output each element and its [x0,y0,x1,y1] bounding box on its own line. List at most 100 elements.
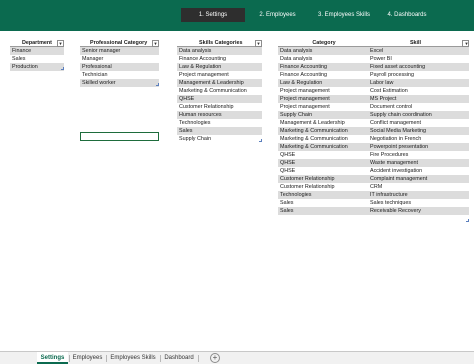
skill-row-skill: IT infrastructure [370,192,408,198]
nav-settings-button[interactable]: 1. Settings [181,8,245,22]
nav-employees-button[interactable]: 2. Employees [250,8,305,22]
skill-row[interactable]: Law & Regulation Labor law [278,79,469,87]
skill-row-category: Marketing & Communication [280,128,348,134]
skill-row-category: Data analysis [280,56,313,62]
skills-category-row[interactable]: Sales [177,127,262,135]
table-resize-handle[interactable] [259,139,262,142]
skill-row-skill: Payroll processing [370,72,415,78]
professional-category-header-label: Professional Category [90,40,148,46]
skill-row-skill: Power BI [370,56,392,62]
nav-dashboards-button[interactable]: 4. Dashboards [382,8,432,22]
skill-row-skill: Waste management [370,160,419,166]
skill-row[interactable]: QHSE Accident investigation [278,167,469,175]
professional-category-row[interactable]: Technician [80,71,159,79]
skill-row-skill: Document control [370,104,413,110]
skill-row[interactable]: Finance Accounting Fixed asset accounting [278,63,469,71]
department-row[interactable]: Production [10,63,64,71]
selected-cell[interactable] [80,132,159,141]
add-sheet-icon[interactable]: + [210,353,220,363]
skills-categories-filter-icon[interactable]: ▾ [255,39,262,47]
skills-categories-header-label: Skills Categories [199,40,243,46]
sheet-tab-settings[interactable]: Settings [37,352,68,364]
professional-category-row[interactable]: Manager [80,55,159,63]
skill-row[interactable]: Customer Relationship Complaint managemen… [278,175,469,183]
department-row[interactable]: Sales [10,55,64,63]
skills-category-row[interactable]: Supply Chain [177,135,262,143]
skill-row-skill: Receivable Recovery [370,208,421,214]
sheet-tab-employees[interactable]: Employees [70,352,105,364]
skill-row[interactable]: Data analysis Power BI [278,55,469,63]
skill-row-category: QHSE [280,152,296,158]
skill-row-category: Marketing & Communication [280,144,348,150]
professional-category-table: Professional Category ▾ Senior manager M… [80,39,159,87]
table-resize-handle[interactable] [61,67,64,70]
skill-row-category: Project management [280,88,330,94]
skill-row[interactable]: Marketing & Communication Powerpoint pres… [278,143,469,151]
skill-row-category: Finance Accounting [280,72,328,78]
skill-row-skill: Cost Estimation [370,88,408,94]
skill-row[interactable]: Project management MS Project [278,95,469,103]
skills-category-row[interactable]: Technologies [177,119,262,127]
skill-row[interactable]: QHSE Fire Procedures [278,151,469,159]
department-header-label: Department [22,40,52,46]
skill-row-skill: CRM [370,184,383,190]
sheet-tab-dashboard[interactable]: Dashboard [161,352,197,364]
skills-category-row[interactable]: Human resources [177,111,262,119]
skill-row-skill: Sales techniques [370,200,412,206]
table-resize-handle[interactable] [156,83,159,86]
skills-category-row[interactable]: Finance Accounting [177,55,262,63]
skill-row[interactable]: Finance Accounting Payroll processing [278,71,469,79]
skill-row-skill: Supply chain coordination [370,112,432,118]
skill-row-skill: Social Media Marketing [370,128,427,134]
skill-row-skill: Conflict management [370,120,421,126]
skill-row[interactable]: Technologies IT infrastructure [278,191,469,199]
skills-categories-header: Skills Categories ▾ [177,39,262,47]
skill-row[interactable]: Management & Leadership Conflict manageme… [278,119,469,127]
department-table: Department ▾ Finance Sales Production [10,39,64,71]
skills-categories-table: Skills Categories ▾ Data analysis Financ… [177,39,262,143]
skill-column-header: Skill [409,40,422,46]
skill-row-skill: Accident investigation [370,168,423,174]
tab-separator [198,355,199,362]
skills-category-row[interactable]: Customer Relationship [177,103,262,111]
skill-row[interactable]: Marketing & Communication Social Media Ma… [278,127,469,135]
skills-category-row[interactable]: Law & Regulation [177,63,262,71]
department-header: Department ▾ [10,39,64,47]
professional-category-row[interactable]: Senior manager [80,47,159,55]
skill-row[interactable]: Customer Relationship CRM [278,183,469,191]
professional-category-filter-icon[interactable]: ▾ [152,39,159,47]
skill-row[interactable]: Project management Document control [278,103,469,111]
skill-row[interactable]: Marketing & Communication Negotiation in … [278,135,469,143]
table-resize-handle[interactable] [466,219,469,222]
department-row[interactable]: Finance [10,47,64,55]
skill-row-category: Law & Regulation [280,80,323,86]
sheet-tab-employees-skills[interactable]: Employees Skills [107,352,159,364]
skill-row[interactable]: Supply Chain Supply chain coordination [278,111,469,119]
skill-row[interactable]: Data analysis Excel [278,47,469,55]
skill-row[interactable]: QHSE Waste management [278,159,469,167]
skills-category-row[interactable]: Management & Leadership [177,79,262,87]
skill-row-skill: MS Project [370,96,397,102]
skills-table-body: Data analysis Excel Data analysis Power BI F… [278,47,469,215]
skill-row-category: Customer Relationship [280,184,335,190]
skill-row-skill: Labor law [370,80,394,86]
skill-row-skill: Fire Procedures [370,152,409,158]
sheet-tab-bar: Settings Employees Employees Skills Dash… [0,351,474,364]
department-filter-icon[interactable]: ▾ [57,39,64,47]
skill-row-skill: Powerpoint presentation [370,144,429,150]
skill-row-category: Project management [280,96,330,102]
skills-category-row[interactable]: Data analysis [177,47,262,55]
skill-row-category: Project management [280,104,330,110]
skills-category-row[interactable]: Project management [177,71,262,79]
professional-category-row[interactable]: Skilled worker [80,79,159,87]
skills-category-row[interactable]: QHSE [177,95,262,103]
nav-employees-skills-button[interactable]: 3. Employees Skills [310,8,378,22]
skill-row-category: Data analysis [280,48,313,54]
skill-filter-icon[interactable]: ▾ [462,39,469,47]
skills-category-row[interactable]: Marketing & Communication [177,87,262,95]
skill-row[interactable]: Sales Receivable Recovery [278,207,469,215]
skill-row[interactable]: Sales Sales techniques [278,199,469,207]
professional-category-row[interactable]: Professional [80,63,159,71]
skill-row-category: Marketing & Communication [280,136,348,142]
skill-row[interactable]: Project management Cost Estimation [278,87,469,95]
